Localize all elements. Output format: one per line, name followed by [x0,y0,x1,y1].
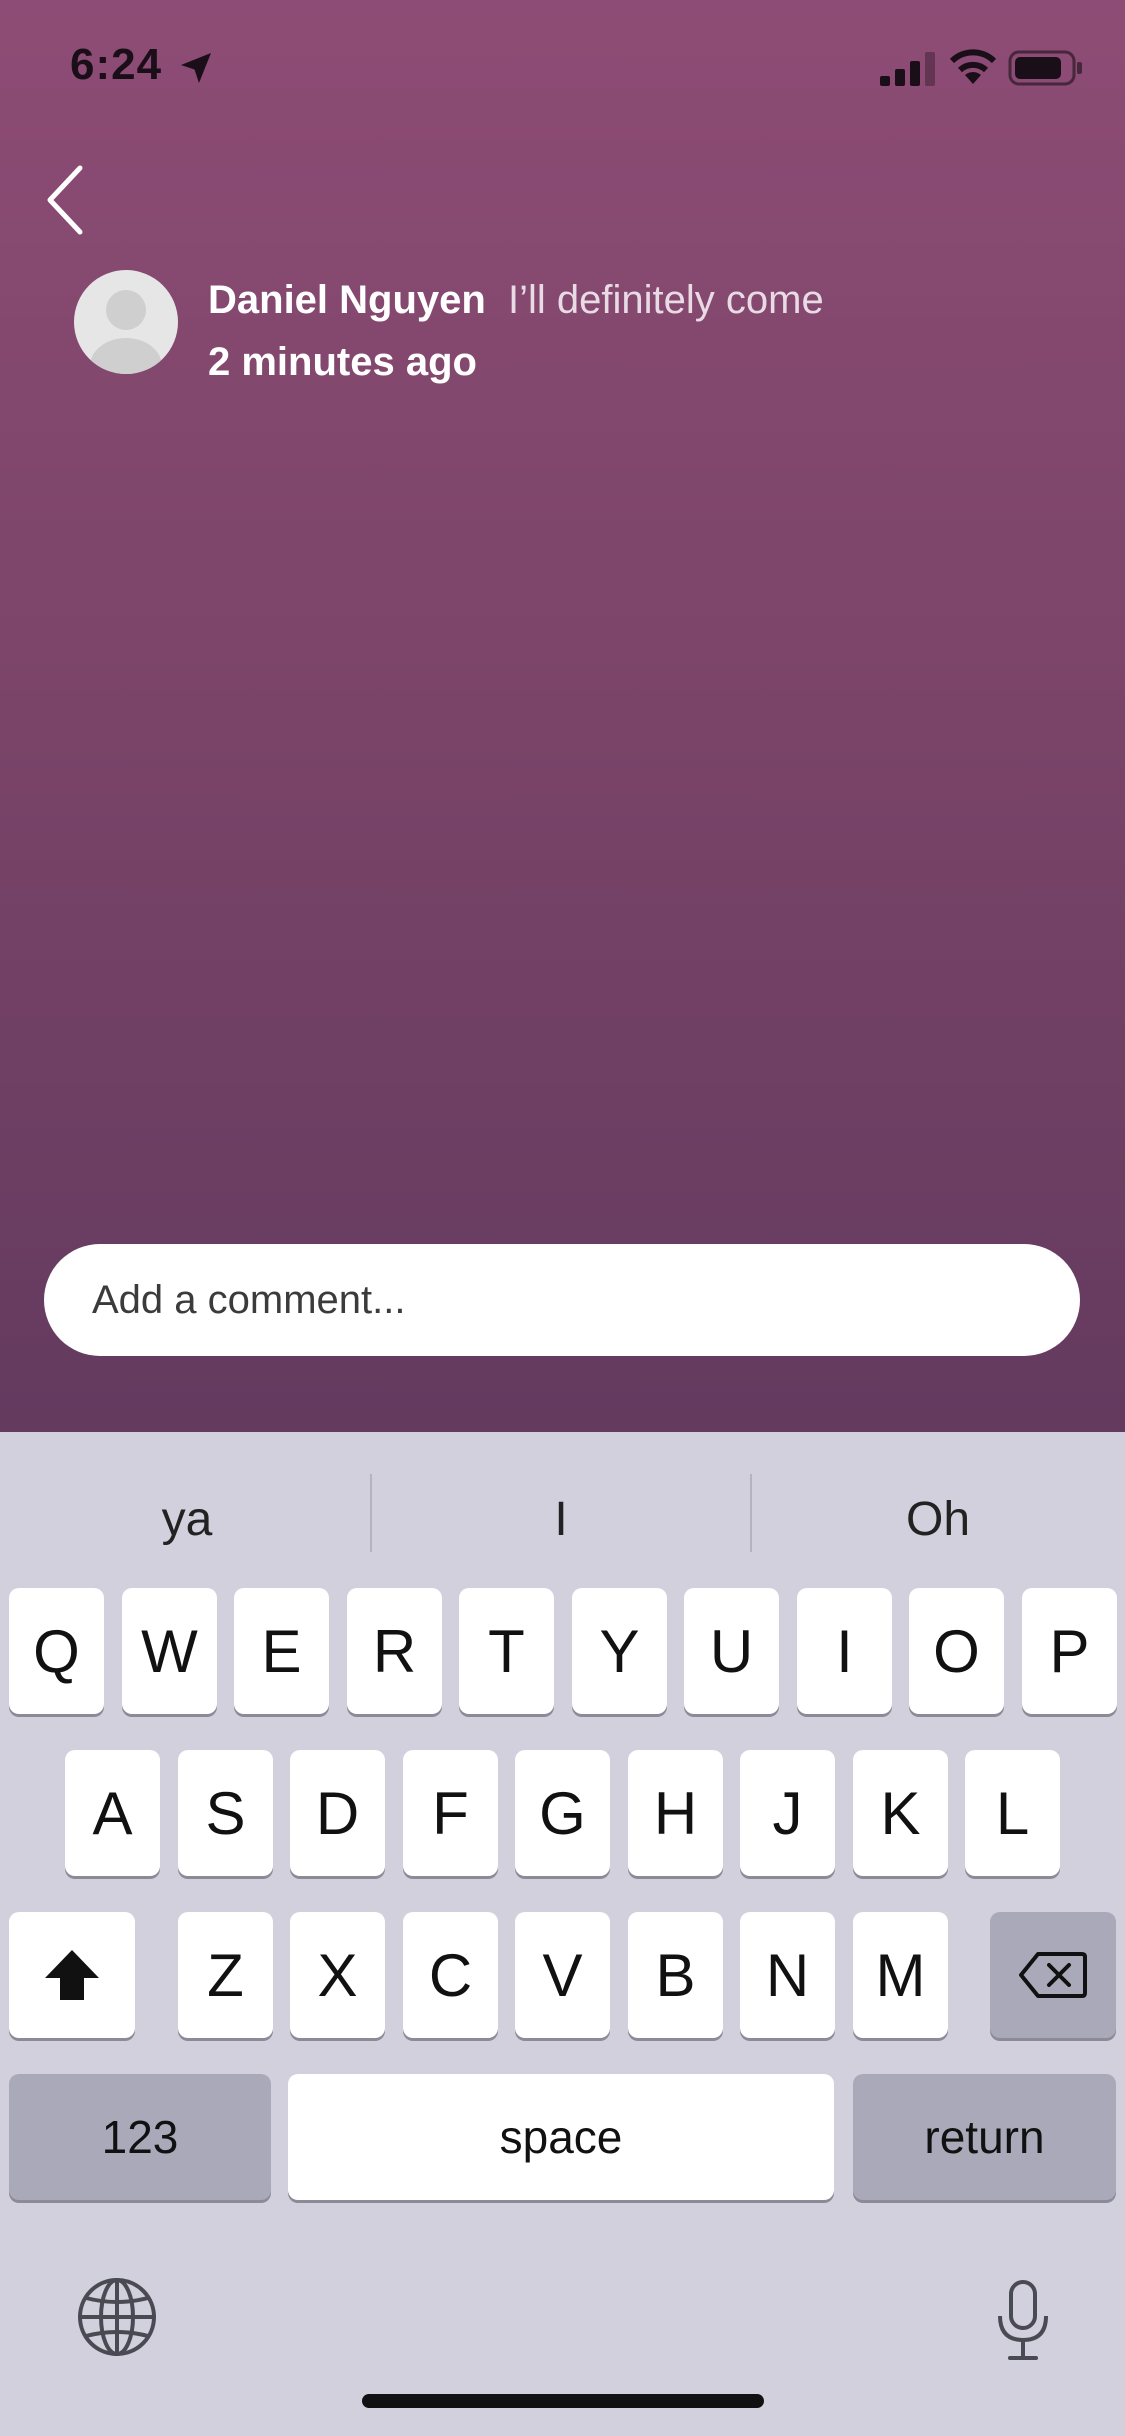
key-c[interactable]: C [403,1912,498,2038]
key-j[interactable]: J [740,1750,835,1876]
key-f[interactable]: F [403,1750,498,1876]
comment-input[interactable] [44,1244,1080,1356]
key-g[interactable]: G [515,1750,610,1876]
keyboard: ya I Oh Q W E R T Y U I O P A S D F G H … [0,1432,1125,2436]
key-w[interactable]: W [122,1588,217,1714]
key-t[interactable]: T [459,1588,554,1714]
key-a[interactable]: A [65,1750,160,1876]
key-k[interactable]: K [853,1750,948,1876]
microphone-icon[interactable] [994,2278,1052,2362]
shift-key[interactable] [9,1912,135,2038]
suggestion-1[interactable]: ya [0,1492,374,1547]
key-e[interactable]: E [234,1588,329,1714]
comment-timestamp: 2 minutes ago [208,340,477,384]
key-o[interactable]: O [909,1588,1004,1714]
key-x[interactable]: X [290,1912,385,2038]
key-q[interactable]: Q [9,1588,104,1714]
key-n[interactable]: N [740,1912,835,2038]
key-u[interactable]: U [684,1588,779,1714]
avatar[interactable] [74,270,178,374]
suggestion-2[interactable]: I [374,1492,748,1547]
delete-key[interactable] [990,1912,1116,2038]
key-y[interactable]: Y [572,1588,667,1714]
comments-screen: 6:24 Daniel Nguyen I’ll definitely come … [0,0,1125,1432]
home-indicator[interactable] [362,2394,764,2408]
key-l[interactable]: L [965,1750,1060,1876]
numbers-key[interactable]: 123 [9,2074,271,2200]
comment-author[interactable]: Daniel Nguyen [208,278,486,323]
key-m[interactable]: M [853,1912,948,2038]
return-key[interactable]: return [853,2074,1116,2200]
suggestion-3[interactable]: Oh [751,1492,1125,1547]
key-s[interactable]: S [178,1750,273,1876]
key-v[interactable]: V [515,1912,610,2038]
space-key[interactable]: space [288,2074,834,2200]
key-p[interactable]: P [1022,1588,1117,1714]
battery-icon [1008,50,1082,86]
key-z[interactable]: Z [178,1912,273,2038]
key-r[interactable]: R [347,1588,442,1714]
user-silhouette-icon [90,290,162,374]
suggestion-divider [370,1474,372,1552]
comment-text: I’ll definitely come [508,278,824,322]
shift-arrow-icon [45,1950,99,2000]
status-time: 6:24 [70,40,163,89]
key-d[interactable]: D [290,1750,385,1876]
key-h[interactable]: H [628,1750,723,1876]
back-chevron-icon[interactable] [40,162,92,238]
key-i[interactable]: I [797,1588,892,1714]
cellular-signal-icon [880,52,935,86]
location-arrow-icon [181,53,211,83]
wifi-icon [949,49,997,84]
key-b[interactable]: B [628,1912,723,2038]
backspace-icon [1019,1952,1087,1998]
globe-icon[interactable] [76,2276,158,2358]
